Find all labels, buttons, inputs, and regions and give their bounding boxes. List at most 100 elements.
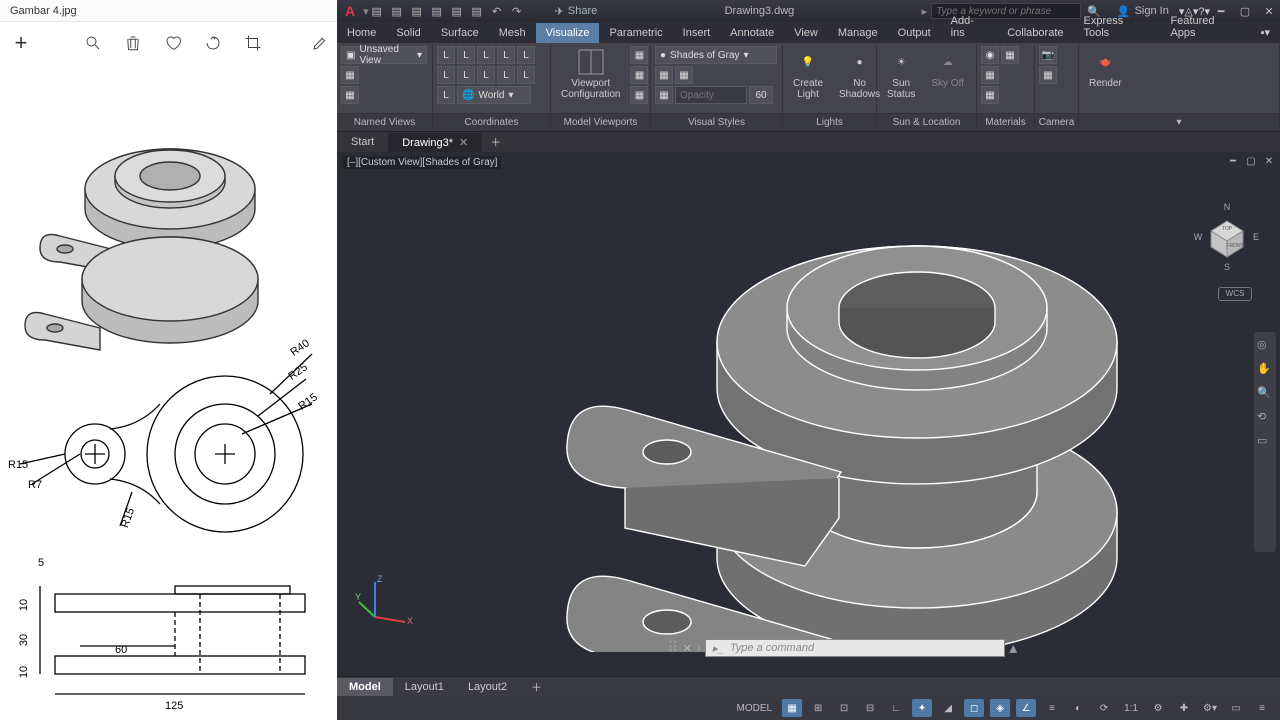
mat1-icon[interactable]: ◉ bbox=[981, 46, 999, 64]
web-icon[interactable]: ▤ bbox=[449, 3, 465, 19]
snap-icon[interactable]: ⊞ bbox=[808, 699, 828, 717]
tab-insert[interactable]: Insert bbox=[673, 23, 721, 43]
ucs-icon[interactable]: L bbox=[437, 46, 455, 64]
tab-mesh[interactable]: Mesh bbox=[489, 23, 536, 43]
ucs9-icon[interactable]: L bbox=[497, 66, 515, 84]
status-scale[interactable]: 1:1 bbox=[1120, 703, 1142, 714]
anno-icon[interactable]: ✚ bbox=[1174, 699, 1194, 717]
tab-annotate[interactable]: Annotate bbox=[720, 23, 784, 43]
sun-status-button[interactable]: ☀Sun Status bbox=[881, 46, 921, 102]
tab-home[interactable]: Home bbox=[337, 23, 386, 43]
panel-title[interactable]: Sun & Location bbox=[877, 113, 976, 131]
new-icon[interactable]: ▤ bbox=[369, 3, 385, 19]
vp3-icon[interactable]: ▦ bbox=[630, 86, 648, 104]
tab-overflow-icon[interactable]: ▪▾ bbox=[1251, 22, 1280, 43]
plot-icon[interactable]: ▤ bbox=[469, 3, 485, 19]
vp1-icon[interactable]: ▦ bbox=[630, 46, 648, 64]
tab-surface[interactable]: Surface bbox=[431, 23, 489, 43]
unsaved-view-dropdown[interactable]: ▣Unsaved View▾ bbox=[341, 46, 427, 64]
new-tab-button[interactable]: ＋ bbox=[482, 134, 509, 150]
status-model[interactable]: MODEL bbox=[733, 703, 777, 714]
tab-visualize[interactable]: Visualize bbox=[536, 23, 600, 43]
layout-add-button[interactable]: ＋ bbox=[519, 676, 554, 698]
rotate-icon[interactable] bbox=[204, 34, 222, 52]
panel-title[interactable]: Materials bbox=[977, 113, 1034, 131]
render-button[interactable]: 🫖Render bbox=[1083, 46, 1128, 91]
saveas-icon[interactable]: ▤ bbox=[429, 3, 445, 19]
cmd-close-icon[interactable]: ✕ bbox=[683, 642, 692, 655]
panel-title[interactable]: Coordinates bbox=[433, 113, 550, 131]
redo-icon[interactable]: ↷ bbox=[509, 3, 525, 19]
ucs6-icon[interactable]: L bbox=[437, 66, 455, 84]
mat3-icon[interactable]: ▦ bbox=[981, 66, 999, 84]
tab-solid[interactable]: Solid bbox=[386, 23, 430, 43]
tab-collaborate[interactable]: Collaborate bbox=[997, 23, 1073, 43]
opacity-field[interactable]: Opacity bbox=[675, 86, 747, 104]
panel-title[interactable]: ▾ bbox=[1079, 113, 1279, 131]
tab-view[interactable]: View bbox=[784, 23, 828, 43]
vp-minimize-icon[interactable]: ━ bbox=[1226, 154, 1240, 168]
close-button[interactable]: ✕ bbox=[1258, 3, 1280, 19]
workspace-icon[interactable]: ⚙▾ bbox=[1200, 699, 1220, 717]
pan-icon[interactable]: ✋ bbox=[1257, 362, 1273, 378]
tab-addins[interactable]: Add-ins bbox=[941, 11, 998, 43]
vs1-icon[interactable]: ▦ bbox=[655, 66, 673, 84]
cmd-chevron-icon[interactable]: › bbox=[696, 639, 701, 657]
vs3-icon[interactable]: ▦ bbox=[655, 86, 673, 104]
polar-icon[interactable]: ✦ bbox=[912, 699, 932, 717]
save-icon[interactable]: ▤ bbox=[409, 3, 425, 19]
ortho-icon[interactable]: ∟ bbox=[886, 699, 906, 717]
layout-1[interactable]: Layout1 bbox=[393, 678, 456, 696]
ucs10-icon[interactable]: L bbox=[517, 66, 535, 84]
grid-icon[interactable]: ▦ bbox=[782, 699, 802, 717]
command-input[interactable]: ▸_Type a command bbox=[705, 639, 1005, 657]
zoom-extents-icon[interactable]: 🔍 bbox=[1257, 386, 1273, 402]
ucs11-icon[interactable]: L bbox=[437, 86, 455, 104]
close-tab-icon[interactable]: ✕ bbox=[459, 137, 468, 149]
crop-icon[interactable] bbox=[244, 34, 262, 52]
infer-icon[interactable]: ⊡ bbox=[834, 699, 854, 717]
viewcube[interactable]: TOP FRONT N S E W bbox=[1192, 202, 1262, 272]
zoom-icon[interactable] bbox=[84, 34, 102, 52]
viewport-config-button[interactable]: Viewport Configuration bbox=[555, 46, 626, 102]
dynamic-icon[interactable]: ⊟ bbox=[860, 699, 880, 717]
tab-featuredapps[interactable]: Featured Apps bbox=[1160, 11, 1250, 43]
cycling-icon[interactable]: ⟳ bbox=[1094, 699, 1114, 717]
view-manager-icon[interactable]: ▦ bbox=[341, 86, 359, 104]
layout-model[interactable]: Model bbox=[337, 678, 393, 696]
tab-start[interactable]: Start bbox=[337, 133, 388, 151]
open-icon[interactable]: ▤ bbox=[389, 3, 405, 19]
tab-parametric[interactable]: Parametric bbox=[599, 23, 672, 43]
ucs7-icon[interactable]: L bbox=[457, 66, 475, 84]
otrack-icon[interactable]: ∠ bbox=[1016, 699, 1036, 717]
transparency-icon[interactable]: ◐ bbox=[1068, 699, 1088, 717]
cam2-icon[interactable]: ▦ bbox=[1039, 66, 1057, 84]
viewport[interactable]: [–][Custom View][Shades of Gray] ━ ▢ ✕ T… bbox=[337, 152, 1280, 676]
ucs5-icon[interactable]: L bbox=[517, 46, 535, 64]
edit-icon[interactable] bbox=[311, 34, 329, 52]
cmd-handle-icon[interactable]: ⠿ bbox=[667, 638, 679, 658]
cmd-up-icon[interactable]: ▴ bbox=[1009, 638, 1017, 658]
tab-manage[interactable]: Manage bbox=[828, 23, 888, 43]
cam1-icon[interactable]: 📷 bbox=[1039, 46, 1057, 64]
heart-icon[interactable] bbox=[164, 34, 182, 52]
delete-icon[interactable] bbox=[124, 34, 142, 52]
vp-maximize-icon[interactable]: ▢ bbox=[1244, 154, 1258, 168]
vs2-icon[interactable]: ▦ bbox=[675, 66, 693, 84]
tab-drawing3[interactable]: Drawing3*✕ bbox=[388, 133, 482, 152]
ucs2-icon[interactable]: L bbox=[457, 46, 475, 64]
opacity-value[interactable]: 60 bbox=[749, 86, 773, 104]
panel-title[interactable]: Lights bbox=[783, 113, 876, 131]
osnap-icon[interactable]: ◻ bbox=[964, 699, 984, 717]
wcs-badge[interactable]: WCS bbox=[1218, 287, 1252, 301]
create-light-button[interactable]: 💡Create Light bbox=[787, 46, 829, 102]
panel-title[interactable]: Visual Styles bbox=[651, 113, 782, 131]
add-button[interactable]: + bbox=[8, 30, 34, 56]
undo-icon[interactable]: ↶ bbox=[489, 3, 505, 19]
showmotion-icon[interactable]: ▭ bbox=[1257, 434, 1273, 450]
vp-close-icon[interactable]: ✕ bbox=[1262, 154, 1276, 168]
tab-output[interactable]: Output bbox=[888, 23, 941, 43]
layout-2[interactable]: Layout2 bbox=[456, 678, 519, 696]
ucs8-icon[interactable]: L bbox=[477, 66, 495, 84]
app-logo-icon[interactable]: A bbox=[345, 3, 355, 19]
